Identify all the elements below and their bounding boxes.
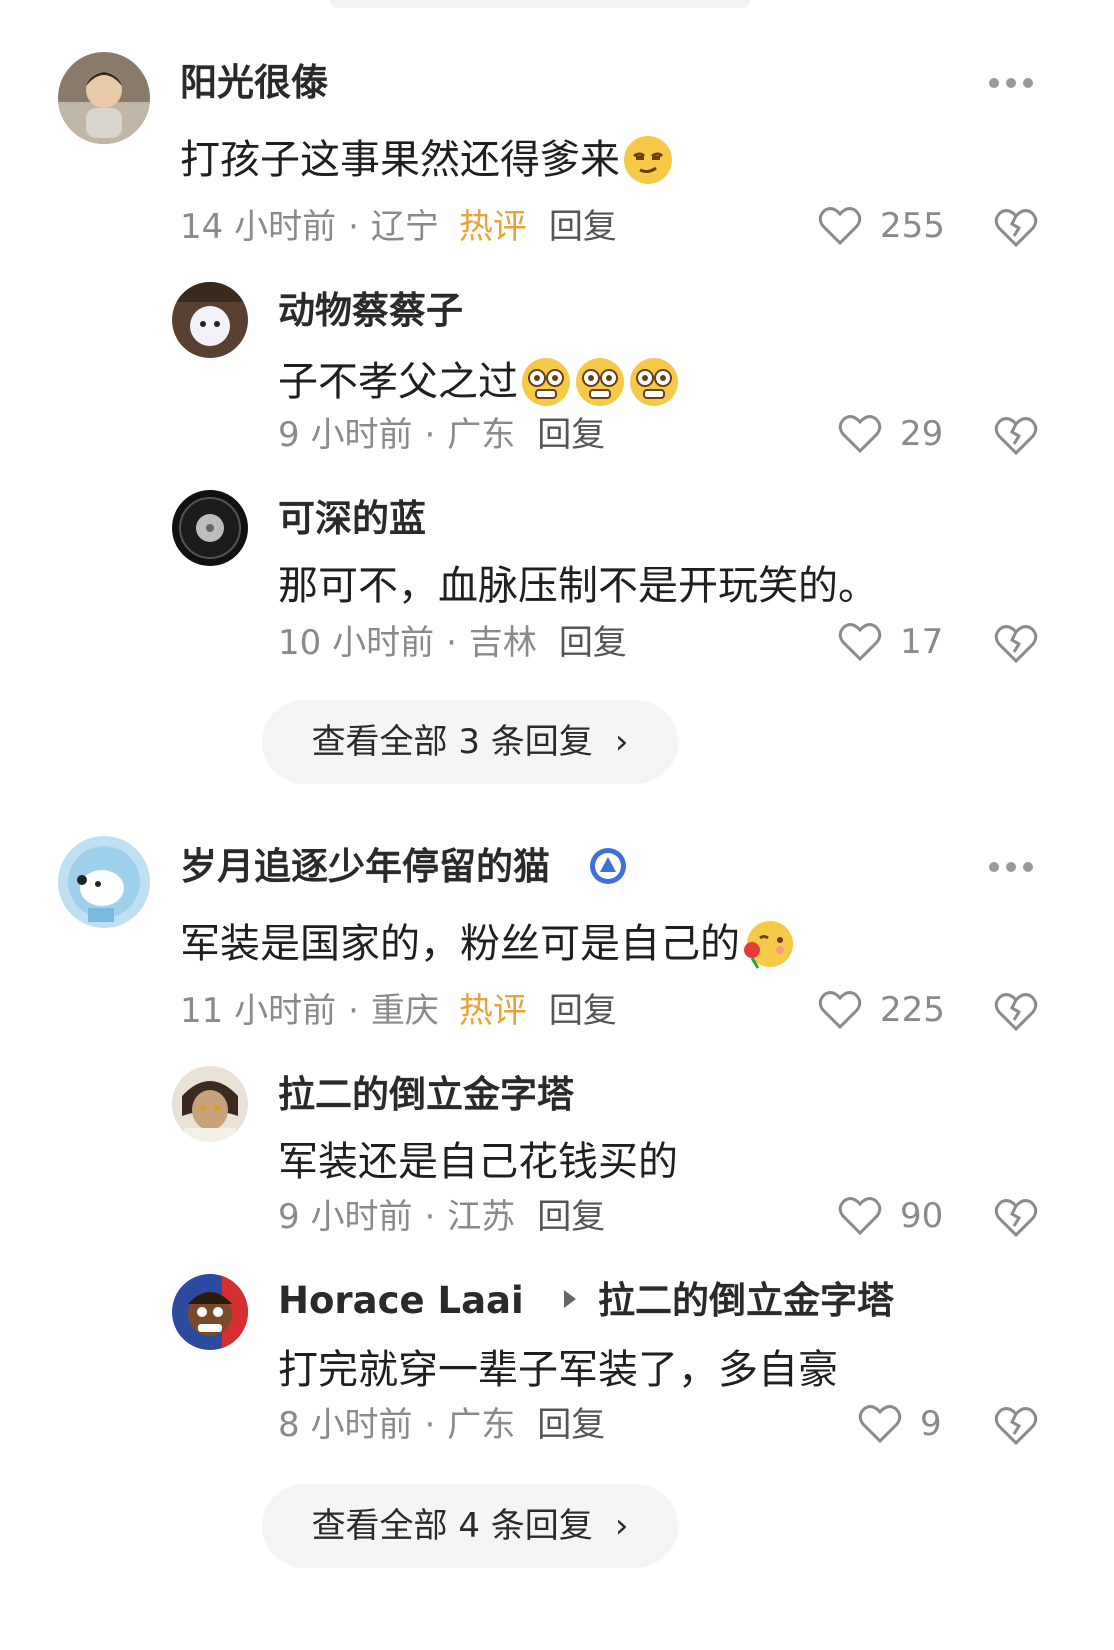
meta-separator: · bbox=[424, 1405, 436, 1445]
chevron-right-icon: › bbox=[614, 1506, 629, 1546]
smirk-emoji-icon bbox=[622, 134, 674, 186]
view-all-replies-button[interactable]: 查看全部 4 条回复 › bbox=[262, 1484, 678, 1568]
reply-text-content: 军装还是自己花钱买的 bbox=[278, 1139, 678, 1185]
heart-outline-icon bbox=[838, 1197, 882, 1236]
comment-time: 11 小时前 bbox=[180, 991, 337, 1031]
like-count: 29 bbox=[900, 414, 944, 454]
reply-button[interactable]: 回复 bbox=[549, 994, 617, 1028]
heart-outline-icon bbox=[838, 623, 882, 662]
chevron-right-icon: › bbox=[614, 722, 629, 762]
flushed-emoji-icon bbox=[628, 356, 680, 408]
comment-text: 打孩子这事果然还得爹来 bbox=[180, 134, 674, 186]
flushed-emoji-icon bbox=[520, 356, 572, 408]
heart-outline-icon bbox=[818, 991, 862, 1030]
reply-author[interactable]: Horace Laai bbox=[278, 1282, 524, 1319]
comment-author[interactable]: 岁月追逐少年停留的猫 bbox=[180, 848, 550, 885]
broken-heart-icon[interactable] bbox=[994, 414, 1038, 456]
view-all-label: 查看全部 4 条回复 bbox=[311, 1506, 593, 1546]
reply-author[interactable]: 可深的蓝 bbox=[278, 500, 426, 537]
reply-meta: 10 小时前 · 吉林 回复 bbox=[278, 626, 627, 660]
reply-time: 9 小时前 bbox=[278, 1197, 413, 1237]
reply-time: 8 小时前 bbox=[278, 1405, 413, 1445]
reply-meta: 9 小时前 · 广东 回复 bbox=[278, 418, 605, 452]
comment-text: 军装是国家的，粉丝可是自己的 bbox=[180, 918, 794, 970]
like-button[interactable]: 29 bbox=[838, 414, 943, 454]
reply-arrow-icon bbox=[564, 1290, 576, 1308]
view-all-replies-button[interactable]: 查看全部 3 条回复 › bbox=[262, 700, 678, 784]
heart-outline-icon bbox=[838, 415, 882, 454]
reply-text-content: 子不孝父之过 bbox=[278, 359, 518, 405]
meta-separator: · bbox=[446, 623, 457, 663]
view-all-label: 查看全部 3 条回复 bbox=[311, 722, 593, 762]
comment-text-content: 打孩子这事果然还得爹来 bbox=[180, 137, 620, 183]
hot-badge: 热评 bbox=[458, 991, 527, 1031]
like-count: 90 bbox=[900, 1196, 944, 1236]
like-count: 9 bbox=[920, 1404, 942, 1444]
like-count: 225 bbox=[880, 990, 945, 1030]
verified-badge-icon bbox=[588, 846, 628, 886]
reply-text: 那可不，血脉压制不是开玩笑的。 bbox=[278, 566, 878, 606]
more-dots-icon[interactable] bbox=[988, 858, 1034, 872]
avatar[interactable] bbox=[58, 836, 150, 928]
rose-emoji-icon bbox=[742, 918, 794, 970]
reply-button[interactable]: 回复 bbox=[537, 418, 605, 452]
comment-author[interactable]: 阳光很傣 bbox=[180, 64, 328, 101]
reply-button[interactable]: 回复 bbox=[559, 626, 627, 660]
comment-meta: 11 小时前 · 重庆 热评 回复 bbox=[180, 994, 617, 1028]
like-count: 17 bbox=[900, 622, 944, 662]
reply-location: 吉林 bbox=[468, 623, 537, 663]
meta-separator: · bbox=[348, 991, 359, 1031]
avatar[interactable] bbox=[58, 52, 150, 144]
reply-author[interactable]: 动物蔡蔡子 bbox=[278, 292, 463, 329]
reply-time: 9 小时前 bbox=[278, 415, 413, 455]
reply-text: 子不孝父之过 bbox=[278, 356, 680, 408]
meta-separator: · bbox=[424, 1197, 436, 1237]
reply-author[interactable]: 拉二的倒立金字塔 bbox=[278, 1076, 574, 1113]
top-divider bbox=[330, 0, 750, 8]
comment-location: 重庆 bbox=[370, 991, 439, 1031]
reply-time: 10 小时前 bbox=[278, 623, 435, 663]
like-button[interactable]: 255 bbox=[818, 206, 945, 246]
comment-text-content: 军装是国家的，粉丝可是自己的 bbox=[180, 921, 740, 967]
broken-heart-icon[interactable] bbox=[994, 622, 1038, 664]
like-count: 255 bbox=[880, 206, 945, 246]
reply-text-content: 那可不，血脉压制不是开玩笑的。 bbox=[278, 563, 878, 609]
reply-meta: 8 小时前 · 广东 回复 bbox=[278, 1408, 605, 1442]
comment-time: 14 小时前 bbox=[180, 207, 337, 247]
comment-meta: 14 小时前 · 辽宁 热评 回复 bbox=[180, 210, 617, 244]
avatar[interactable] bbox=[172, 490, 248, 566]
reply-button[interactable]: 回复 bbox=[537, 1200, 605, 1234]
reply-location: 广东 bbox=[447, 1405, 516, 1445]
broken-heart-icon[interactable] bbox=[994, 206, 1038, 248]
hot-badge: 热评 bbox=[458, 207, 527, 247]
comment-location: 辽宁 bbox=[370, 207, 439, 247]
reply-text: 军装还是自己花钱买的 bbox=[278, 1142, 678, 1182]
heart-outline-icon bbox=[818, 207, 862, 246]
meta-separator: · bbox=[348, 207, 359, 247]
heart-outline-icon bbox=[858, 1405, 902, 1444]
reply-button[interactable]: 回复 bbox=[549, 210, 617, 244]
broken-heart-icon[interactable] bbox=[994, 1404, 1038, 1446]
reply-location: 江苏 bbox=[447, 1197, 516, 1237]
like-button[interactable]: 225 bbox=[818, 990, 945, 1030]
reply-meta: 9 小时前 · 江苏 回复 bbox=[278, 1200, 605, 1234]
like-button[interactable]: 17 bbox=[838, 622, 943, 662]
reply-text-content: 打完就穿一辈子军装了，多自豪 bbox=[278, 1347, 838, 1393]
reply-text: 打完就穿一辈子军装了，多自豪 bbox=[278, 1350, 838, 1390]
avatar[interactable] bbox=[172, 1274, 248, 1350]
avatar[interactable] bbox=[172, 1066, 248, 1142]
reply-button[interactable]: 回复 bbox=[537, 1408, 605, 1442]
like-button[interactable]: 90 bbox=[838, 1196, 943, 1236]
avatar[interactable] bbox=[172, 282, 248, 358]
more-dots-icon[interactable] bbox=[988, 74, 1034, 88]
reply-location: 广东 bbox=[447, 415, 516, 455]
reply-to-author[interactable]: 拉二的倒立金字塔 bbox=[598, 1282, 894, 1319]
meta-separator: · bbox=[424, 415, 436, 455]
broken-heart-icon[interactable] bbox=[994, 1196, 1038, 1238]
like-button[interactable]: 9 bbox=[858, 1404, 942, 1444]
broken-heart-icon[interactable] bbox=[994, 990, 1038, 1032]
flushed-emoji-icon bbox=[574, 356, 626, 408]
